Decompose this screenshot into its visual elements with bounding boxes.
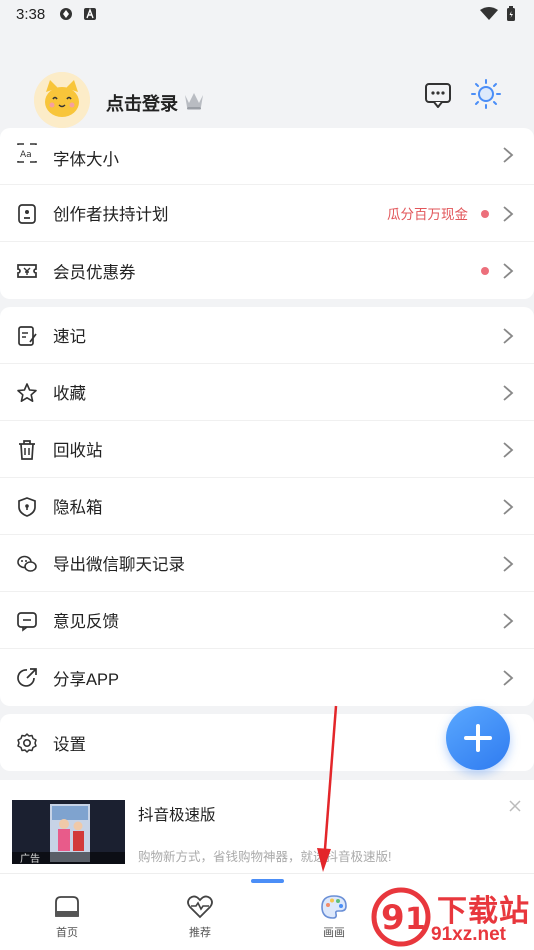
tools-card: 速记 收藏 回收站 隐私箱 导出微信聊天记录 意见反馈 分享APP [0,307,534,706]
svg-text:9: 9 [381,898,405,938]
wifi-icon [480,7,498,20]
chevron-right-icon [503,263,514,279]
menu-item-label: 收藏 [53,385,86,403]
ad-title: 抖音极速版 [138,807,216,824]
font-notification-icon [84,8,97,20]
chevron-right-icon [503,613,514,629]
svg-text:1: 1 [405,902,426,937]
note-icon [18,326,37,346]
promo-text: 瓜分百万现金 [387,207,468,222]
chevron-right-icon [503,385,514,401]
feedback-icon [17,612,37,632]
menu-item-label: 字体大小 [53,151,119,169]
menu-item-label: 回收站 [53,442,103,460]
menu-item-label: 速记 [53,328,86,346]
menu-item-label: 意见反馈 [53,613,119,631]
theme-sun-icon[interactable] [470,78,502,110]
tab-label: 画画 [323,927,345,939]
add-button[interactable] [446,706,510,770]
chevron-right-icon [503,442,514,458]
cat-avatar-icon [34,72,90,128]
menu-item-creator-program[interactable]: 创作者扶持计划 瓜分百万现金 [0,185,534,242]
menu-item-label: 分享APP [53,670,120,689]
status-bar: 3:38 [0,0,534,28]
message-icon[interactable] [424,82,452,108]
menu-item-private-box[interactable]: 隐私箱 [0,478,534,535]
creator-icon [18,204,36,224]
menu-item-quick-note[interactable]: 速记 [0,307,534,364]
notification-dot [481,267,489,275]
vip-crown-icon[interactable] [182,89,206,111]
ad-tag: 广告 [20,854,40,864]
close-icon[interactable] [508,799,522,813]
svg-text:Aa: Aa [20,150,32,160]
menu-item-recycle-bin[interactable]: 回收站 [0,421,534,478]
watermark-domain: 91xz.net [431,924,506,945]
wechat-icon [17,555,37,572]
status-indicators [480,6,516,22]
tab-recommend[interactable]: 推荐 [160,894,240,940]
menu-item-label: 导出微信聊天记录 [53,556,185,574]
tab-draw[interactable]: 画画 [294,894,374,940]
tab-label: 推荐 [189,927,211,939]
menu-item-label: 会员优惠券 [53,263,136,282]
status-time: 3:38 [16,5,46,23]
notification-dot [481,210,489,218]
shield-icon [18,497,36,517]
menu-item-label: 隐私箱 [53,499,103,517]
active-tab-indicator [251,879,284,883]
menu-item-share-app[interactable]: 分享APP [0,649,534,706]
ad-thumbnail[interactable]: 广告 [12,800,125,864]
menu-item-export-wechat[interactable]: 导出微信聊天记录 [0,535,534,592]
battery-icon [507,6,515,21]
heart-pulse-icon [187,895,213,919]
home-icon [55,896,79,917]
trash-icon [19,440,35,460]
menu-item-coupons[interactable]: 会员优惠券 [0,242,534,299]
chevron-right-icon [503,328,514,344]
account-options-card: Aa 字体大小 创作者扶持计划 瓜分百万现金 会员优惠券 [0,128,534,299]
app-notification-icon [60,8,73,20]
chevron-right-icon [503,147,514,163]
ad-description: 购物新方式，省钱购物神器，就选抖音极速版! [138,850,392,864]
chevron-right-icon [503,670,514,686]
ad-banner[interactable]: 广告 抖音极速版 购物新方式，省钱购物神器，就选抖音极速版! [0,780,534,873]
menu-item-font-size[interactable]: Aa 字体大小 [0,128,534,185]
tab-label: 首页 [56,927,78,939]
login-link[interactable]: 点击登录 [106,90,178,116]
menu-item-label: 创作者扶持计划 [53,206,169,224]
chevron-right-icon [503,556,514,572]
tab-home[interactable]: 首页 [27,894,107,940]
menu-item-feedback[interactable]: 意见反馈 [0,592,534,649]
coupon-icon [17,264,37,278]
palette-icon [321,895,347,919]
share-icon [17,668,37,687]
star-icon [17,383,37,402]
menu-item-label: 设置 [53,735,86,754]
gear-icon [17,733,37,753]
menu-item-favorites[interactable]: 收藏 [0,364,534,421]
watermark-logo: 9 1 下载站 91xz.net [365,884,534,950]
font-size-icon: Aa [17,143,37,163]
chevron-right-icon [503,206,514,222]
chevron-right-icon [503,499,514,515]
avatar[interactable] [34,72,90,128]
